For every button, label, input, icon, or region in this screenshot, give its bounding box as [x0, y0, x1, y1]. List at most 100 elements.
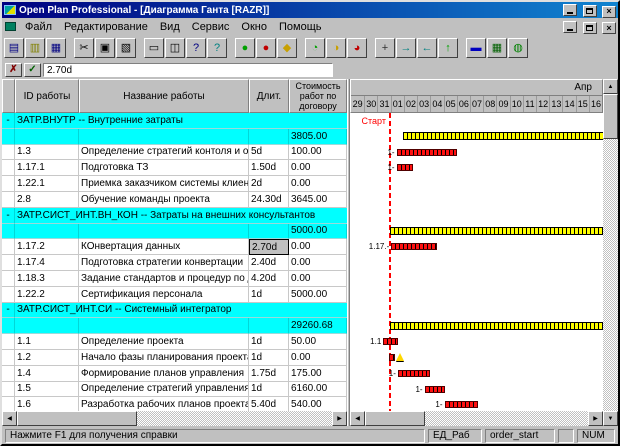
table-row-1.1[interactable]: 1.1Определение проекта1d50.00 [2, 334, 347, 350]
expand-cell[interactable] [2, 382, 15, 398]
cancel-edit-button[interactable]: ✗ [5, 63, 22, 77]
expand-cell[interactable] [2, 176, 15, 192]
cost-cell[interactable]: 29260.68 [289, 318, 347, 334]
save-file-button[interactable]: ▦ [46, 38, 66, 58]
id-cell[interactable]: 1.2 [15, 350, 79, 366]
cost-cell[interactable]: 100.00 [289, 145, 347, 161]
name-cell[interactable]: Формирование планов управления [79, 366, 249, 382]
name-cell[interactable]: Определение стратегий контоля и отч [79, 145, 249, 161]
expand-cell[interactable] [2, 271, 15, 287]
document-icon[interactable] [5, 22, 16, 31]
scroll-down-button[interactable]: ▼ [603, 411, 618, 426]
cost-cell[interactable]: 0.00 [289, 350, 347, 366]
menu-edit[interactable]: Редактирование [58, 20, 154, 34]
duration-cell[interactable]: 4.20d [249, 271, 289, 287]
duration-cell[interactable]: 24.30d [249, 192, 289, 208]
maximize-button[interactable] [583, 5, 597, 17]
table-hscrollbar[interactable]: ◀ ▶ [2, 411, 347, 426]
chart-hscrollbar[interactable]: ◀ ▶ [350, 411, 603, 426]
chart-scroll-right-button[interactable]: ▶ [588, 411, 603, 426]
expand-cell[interactable] [2, 145, 15, 161]
name-cell[interactable]: Задание стандартов и процедур по д [79, 271, 249, 287]
table-row-1.18.3[interactable]: 1.18.3Задание стандартов и процедур по д… [2, 271, 347, 287]
vscroll-thumb[interactable] [603, 94, 618, 139]
id-cell[interactable]: 1.22.1 [15, 176, 79, 192]
cost-cell[interactable]: 0.00 [289, 239, 347, 255]
name-cell[interactable]: Начало фазы планирования проекта [79, 350, 249, 366]
cost-cell[interactable]: 50.00 [289, 334, 347, 350]
expand-cell[interactable] [2, 239, 15, 255]
table-row-1.3[interactable]: 1.3Определение стратегий контоля и отч5d… [2, 145, 347, 161]
name-cell[interactable] [79, 224, 249, 240]
child-close-button[interactable]: × [602, 22, 616, 34]
menu-view[interactable]: Вид [154, 20, 186, 34]
chart-scroll-left-button[interactable]: ◀ [350, 411, 365, 426]
cost-cell[interactable]: 5000.00 [289, 224, 347, 240]
cost-cell[interactable]: 0.00 [289, 176, 347, 192]
id-cell[interactable]: 1.3 [15, 145, 79, 161]
section-title-cell[interactable]: ЗАТР.СИСТ_ИНТ.СИ -- Системный интегратор [15, 303, 347, 319]
baseline-lock-button[interactable]: ◆ [277, 38, 297, 58]
expand-cell[interactable] [2, 366, 15, 382]
id-cell[interactable] [15, 129, 79, 145]
duration-cell[interactable]: 1d [249, 350, 289, 366]
header-name[interactable]: Название работы [79, 79, 249, 113]
table-row-1.2[interactable]: 1.2Начало фазы планирования проекта1d0.0… [2, 350, 347, 366]
add-activity-button[interactable]: + [375, 38, 395, 58]
duration-cell[interactable]: 2.70d [249, 239, 289, 255]
clock-late-button[interactable]: ◕ [347, 38, 367, 58]
id-cell[interactable]: 2.8 [15, 192, 79, 208]
print-button[interactable]: ▭ [144, 38, 164, 58]
expand-toggle[interactable]: - [2, 303, 15, 319]
name-cell[interactable]: Приемка заказчиком системы клиент [79, 176, 249, 192]
table-hscroll-track[interactable] [17, 411, 332, 426]
expand-cell[interactable] [2, 397, 15, 411]
expand-cell[interactable] [2, 160, 15, 176]
section-title-cell[interactable]: ЗАТР.ВНУТР -- Внутренние затраты [15, 113, 347, 129]
network-view-button[interactable]: ◍ [508, 38, 528, 58]
paste-button[interactable]: ▧ [116, 38, 136, 58]
link-back-button[interactable]: ← [417, 38, 437, 58]
duration-cell[interactable]: 1.50d [249, 160, 289, 176]
cost-cell[interactable]: 3645.00 [289, 192, 347, 208]
task-bar[interactable]: 1.17.- [391, 243, 436, 250]
duration-cell[interactable] [249, 224, 289, 240]
table-hscroll-thumb[interactable] [17, 411, 137, 426]
summary-bar[interactable] [390, 227, 603, 235]
header-id[interactable]: ID работы [15, 79, 79, 113]
table-row-2.8[interactable]: 2.8Обучение команды проекта24.30d3645.00 [2, 192, 347, 208]
id-cell[interactable]: 1.6 [15, 397, 79, 411]
duration-cell[interactable]: 1d [249, 382, 289, 398]
minimize-button[interactable] [563, 4, 577, 16]
cost-cell[interactable]: 540.00 [289, 397, 347, 411]
task-bar[interactable]: 1- [397, 164, 413, 171]
menu-window[interactable]: Окно [235, 20, 273, 34]
id-cell[interactable]: 1.5 [15, 382, 79, 398]
table-row-total[interactable]: 5000.00 [2, 224, 347, 240]
table-scroll-left-button[interactable]: ◀ [2, 411, 17, 426]
outline-promote-button[interactable]: ↑ [438, 38, 458, 58]
table-row-1.22.2[interactable]: 1.22.2Сертификация персонала1d5000.00 [2, 287, 347, 303]
name-cell[interactable]: КОнвертация данных [79, 239, 249, 255]
table-row-section[interactable]: -ЗАТР.СИСТ_ИНТ.ВН_КОН -- Затраты на внеш… [2, 208, 347, 224]
cost-cell[interactable]: 6160.00 [289, 382, 347, 398]
duration-cell[interactable] [249, 318, 289, 334]
table-scroll-right-button[interactable]: ▶ [332, 411, 347, 426]
clock-early-button[interactable]: ◔ [305, 38, 325, 58]
expand-cell[interactable] [2, 255, 15, 271]
child-minimize-button[interactable] [563, 21, 577, 33]
id-cell[interactable]: 1.22.2 [15, 287, 79, 303]
help-button[interactable]: ? [186, 38, 206, 58]
task-bar[interactable] [389, 354, 396, 361]
print-preview-button[interactable]: ◫ [165, 38, 185, 58]
gantt-view-button[interactable]: ▬ [466, 38, 486, 58]
expand-cell[interactable] [2, 129, 15, 145]
expand-toggle[interactable]: - [2, 208, 15, 224]
table-row-1.22.1[interactable]: 1.22.1Приемка заказчиком системы клиент2… [2, 176, 347, 192]
duration-cell[interactable]: 2d [249, 176, 289, 192]
task-bar[interactable]: 1.1 [383, 338, 398, 345]
expand-cell[interactable] [2, 350, 15, 366]
cost-cell[interactable]: 5000.00 [289, 287, 347, 303]
cost-cell[interactable]: 3805.00 [289, 129, 347, 145]
table-row-1.17.1[interactable]: 1.17.1Подготовка ТЗ1.50d0.00 [2, 160, 347, 176]
